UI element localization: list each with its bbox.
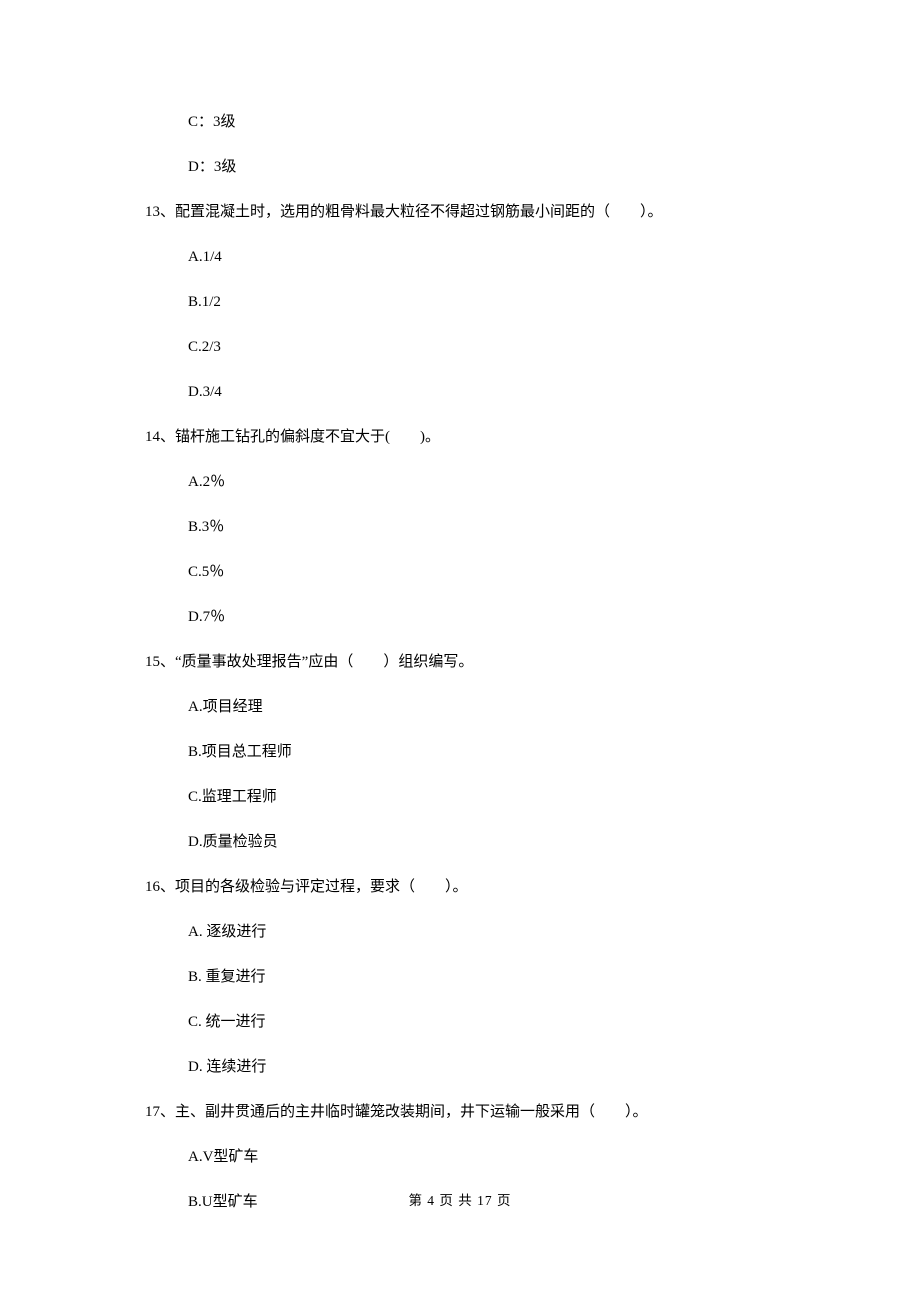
option-d: D：3级 xyxy=(145,160,780,205)
footer-text: 第 4 页 共 17 页 xyxy=(408,1193,511,1208)
option-text: C.5％ xyxy=(188,565,224,580)
option-d: D.7％ xyxy=(145,610,780,655)
option-text: D：3级 xyxy=(188,160,236,175)
question-17: 17、主、副井贯通后的主井临时罐笼改装期间，井下运输一般采用（ ）。 xyxy=(145,1105,780,1150)
option-c: C.5％ xyxy=(145,565,780,610)
option-d: D. 连续进行 xyxy=(145,1060,780,1105)
question-16: 16、项目的各级检验与评定过程，要求（ ）。 xyxy=(145,880,780,925)
option-text: B.项目总工程师 xyxy=(188,745,292,760)
option-text: A.V型矿车 xyxy=(188,1150,258,1165)
question-stem: 17、主、副井贯通后的主井临时罐笼改装期间，井下运输一般采用（ ）。 xyxy=(145,1105,648,1120)
option-text: A. 逐级进行 xyxy=(188,925,266,940)
option-text: C.2/3 xyxy=(188,340,221,355)
option-text: B. 重复进行 xyxy=(188,970,266,985)
option-text: B.3％ xyxy=(188,520,224,535)
option-text: D.7％ xyxy=(188,610,225,625)
option-d: D.3/4 xyxy=(145,385,780,430)
option-d: D.质量检验员 xyxy=(145,835,780,880)
option-text: C.监理工程师 xyxy=(188,790,277,805)
option-text: D. 连续进行 xyxy=(188,1060,266,1075)
option-b: B. 重复进行 xyxy=(145,970,780,1015)
question-14: 14、锚杆施工钻孔的偏斜度不宜大于( )。 xyxy=(145,430,780,475)
page-footer: 第 4 页 共 17 页 xyxy=(0,1194,920,1208)
option-a: A.1/4 xyxy=(145,250,780,295)
option-a: A.项目经理 xyxy=(145,700,780,745)
option-a: A.2％ xyxy=(145,475,780,520)
option-text: A.1/4 xyxy=(188,250,222,265)
question-stem: 13、配置混凝土时，选用的粗骨料最大粒径不得超过钢筋最小间距的（ ）。 xyxy=(145,205,663,220)
page: C：3级 D：3级 13、配置混凝土时，选用的粗骨料最大粒径不得超过钢筋最小间距… xyxy=(0,0,920,1302)
question-stem: 16、项目的各级检验与评定过程，要求（ ）。 xyxy=(145,880,468,895)
option-a: A. 逐级进行 xyxy=(145,925,780,970)
option-c: C.2/3 xyxy=(145,340,780,385)
option-text: D.质量检验员 xyxy=(188,835,278,850)
option-text: C. 统一进行 xyxy=(188,1015,266,1030)
question-13: 13、配置混凝土时，选用的粗骨料最大粒径不得超过钢筋最小间距的（ ）。 xyxy=(145,205,780,250)
option-c: C. 统一进行 xyxy=(145,1015,780,1060)
option-text: D.3/4 xyxy=(188,385,222,400)
option-c: C.监理工程师 xyxy=(145,790,780,835)
question-stem: 15、“质量事故处理报告”应由（ ）组织编写。 xyxy=(145,655,473,670)
question-stem: 14、锚杆施工钻孔的偏斜度不宜大于( )。 xyxy=(145,430,440,445)
option-c: C：3级 xyxy=(145,115,780,160)
option-b: B.项目总工程师 xyxy=(145,745,780,790)
option-a: A.V型矿车 xyxy=(145,1150,780,1195)
option-text: C：3级 xyxy=(188,115,236,130)
option-b: B.1/2 xyxy=(145,295,780,340)
content-area: C：3级 D：3级 13、配置混凝土时，选用的粗骨料最大粒径不得超过钢筋最小间距… xyxy=(145,115,780,1239)
question-15: 15、“质量事故处理报告”应由（ ）组织编写。 xyxy=(145,655,780,700)
option-text: A.2％ xyxy=(188,475,225,490)
option-text: A.项目经理 xyxy=(188,700,263,715)
option-text: B.1/2 xyxy=(188,295,221,310)
option-b: B.3％ xyxy=(145,520,780,565)
